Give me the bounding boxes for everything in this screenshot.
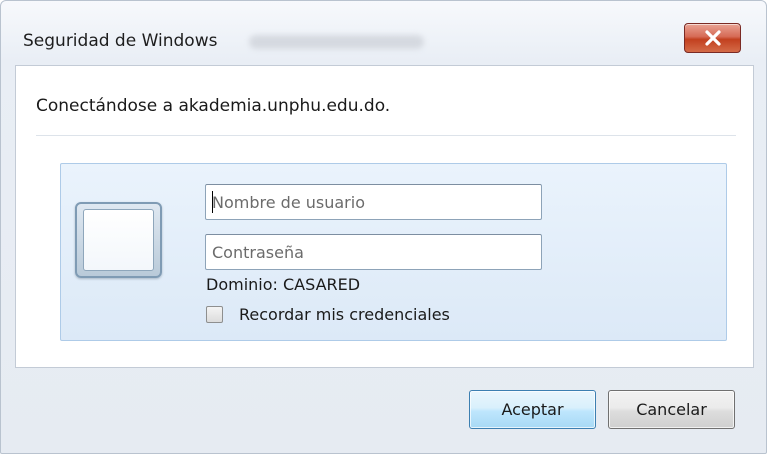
credential-panel[interactable]: Dominio: CASARED Recordar mis credencial… [60, 163, 727, 341]
domain-label: Dominio: CASARED [206, 275, 361, 294]
username-input[interactable] [205, 184, 542, 220]
security-dialog: Seguridad de Windows Conectándose a akad… [0, 0, 767, 454]
cancel-button[interactable]: Cancelar [608, 390, 735, 429]
ok-button[interactable]: Aceptar [469, 390, 596, 429]
text-caret [212, 191, 213, 213]
remember-credentials-label[interactable]: Recordar mis credenciales [239, 305, 450, 324]
password-input[interactable] [205, 234, 542, 270]
window-title: Seguridad de Windows [23, 31, 218, 51]
user-tile-frame [83, 209, 154, 271]
close-button[interactable] [684, 23, 741, 53]
user-tile-icon [75, 202, 162, 278]
connecting-message: Conectándose a akademia.unphu.edu.do. [36, 96, 391, 116]
dialog-content: Conectándose a akademia.unphu.edu.do. Do… [15, 65, 754, 368]
title-bar[interactable]: Seguridad de Windows [1, 1, 766, 63]
separator [36, 135, 736, 136]
close-icon [705, 30, 721, 46]
blurred-title-region [249, 35, 424, 49]
remember-credentials-checkbox[interactable] [206, 306, 223, 323]
